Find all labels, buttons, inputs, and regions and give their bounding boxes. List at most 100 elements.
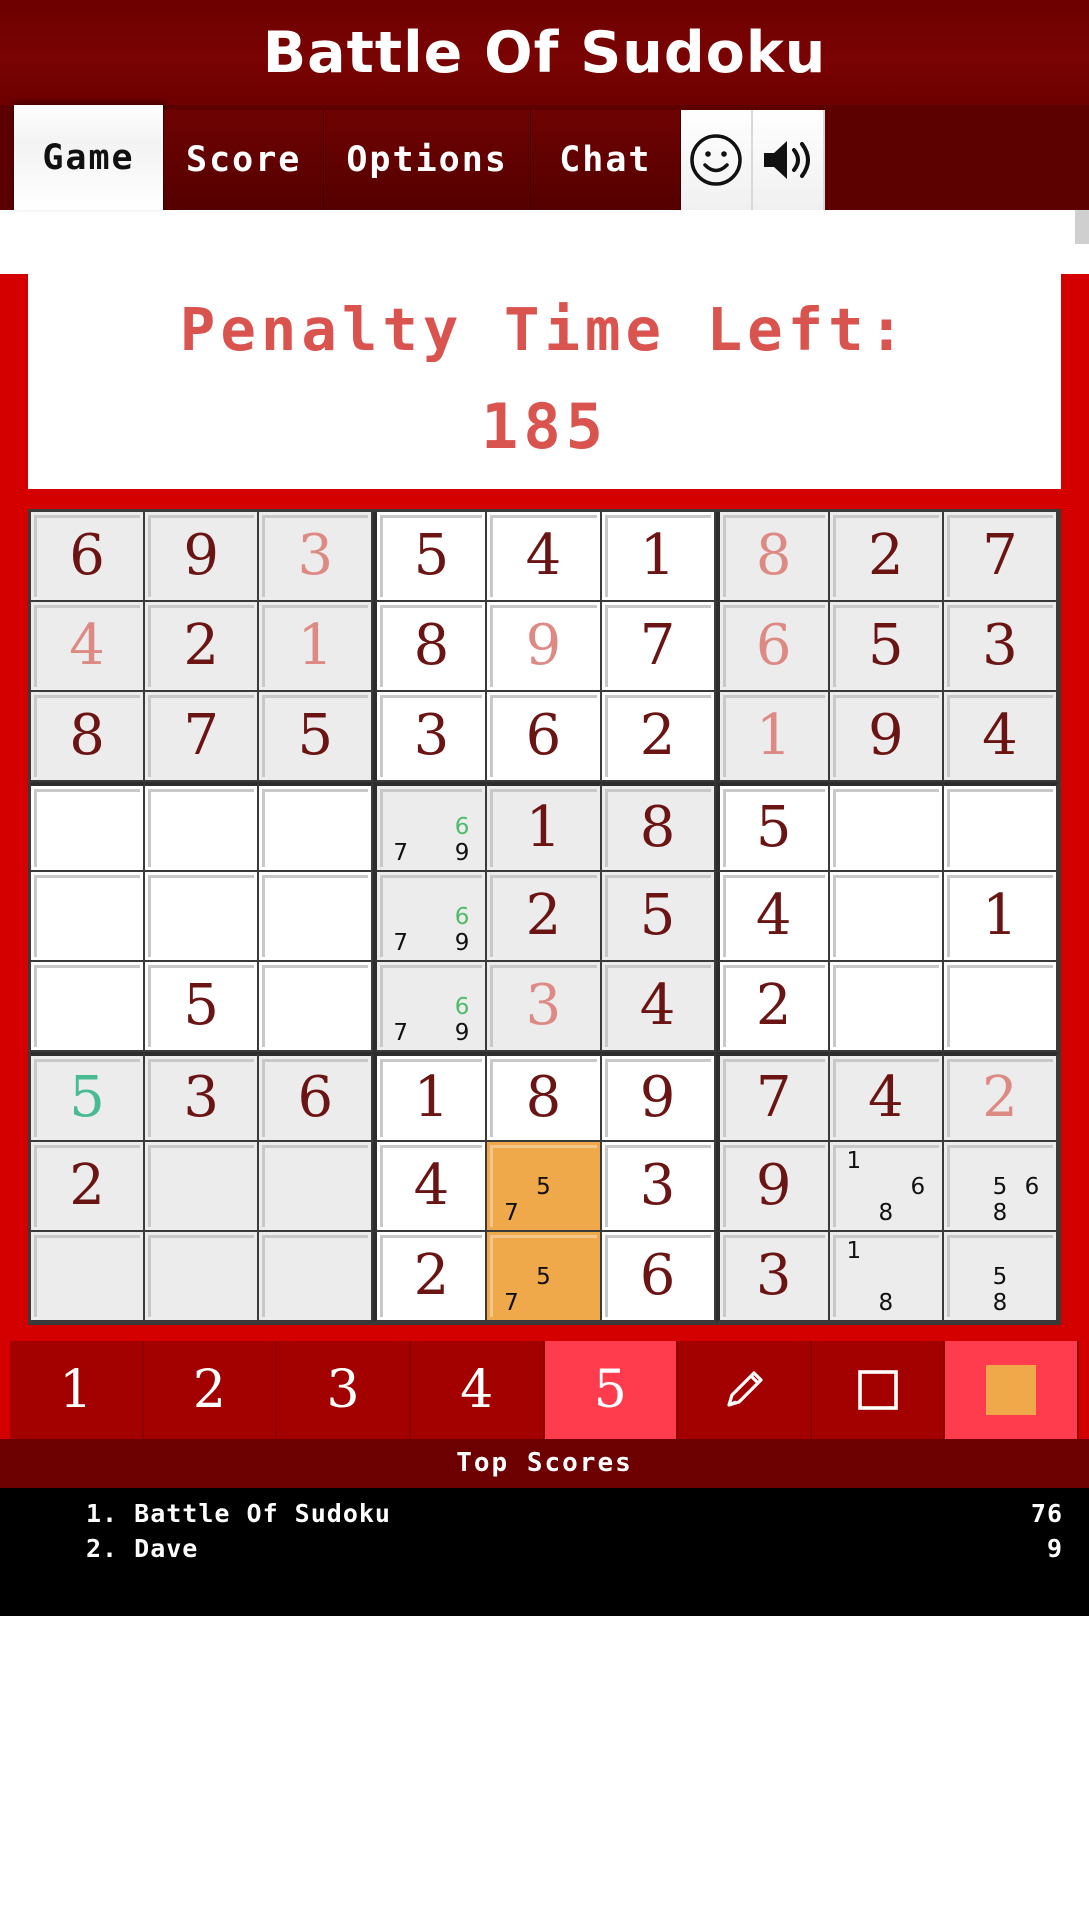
sudoku-cell-r6c2[interactable]: 5 (145, 961, 260, 1052)
sudoku-cell-r8c2[interactable] (145, 1141, 260, 1232)
sudoku-cell-r4c9[interactable] (943, 781, 1058, 872)
sudoku-cell-r7c6[interactable]: 9 (601, 1051, 716, 1142)
sudoku-cell-r7c8[interactable]: 4 (829, 1051, 944, 1142)
sudoku-cell-r2c1[interactable]: 4 (31, 601, 146, 692)
sudoku-cell-r9c1[interactable] (31, 1231, 146, 1322)
sudoku-cell-r1c7[interactable]: 8 (715, 511, 830, 602)
sudoku-cell-r3c3[interactable]: 5 (259, 691, 374, 782)
sudoku-cell-r7c5[interactable]: 8 (487, 1051, 602, 1142)
vertical-scrollbar[interactable] (1075, 210, 1089, 244)
sudoku-cell-r6c3[interactable] (259, 961, 374, 1052)
pencil-mode-button[interactable] (678, 1340, 812, 1439)
sudoku-cell-r9c3[interactable] (259, 1231, 374, 1322)
sudoku-cell-r2c9[interactable]: 3 (943, 601, 1058, 692)
sudoku-cell-r3c9[interactable]: 4 (943, 691, 1058, 782)
sudoku-cell-r5c8[interactable] (829, 871, 944, 962)
sudoku-cell-r8c8[interactable]: 1 68 (829, 1141, 944, 1232)
sudoku-cell-r8c9[interactable]: 568 (943, 1141, 1058, 1232)
smiley-icon-button[interactable] (680, 110, 753, 210)
clear-cell-button[interactable] (811, 1340, 946, 1439)
sudoku-cell-r1c1[interactable]: 6 (31, 511, 146, 602)
sudoku-cell-r2c7[interactable]: 6 (715, 601, 830, 692)
numpad-button-3[interactable]: 3 (277, 1340, 411, 1439)
sudoku-cell-r6c9[interactable] (943, 961, 1058, 1052)
tab-game[interactable]: Game (14, 105, 164, 210)
numpad-button-2[interactable]: 2 (143, 1340, 278, 1439)
sudoku-cell-r7c9[interactable]: 2 (943, 1051, 1058, 1142)
sudoku-cell-r9c2[interactable] (145, 1231, 260, 1322)
sudoku-cell-r4c1[interactable] (31, 781, 146, 872)
sudoku-cell-r8c3[interactable] (259, 1141, 374, 1232)
sudoku-cell-r3c8[interactable]: 9 (829, 691, 944, 782)
sudoku-cell-r4c3[interactable] (259, 781, 374, 872)
sudoku-cell-r2c4[interactable]: 8 (373, 601, 488, 692)
sudoku-cell-r2c8[interactable]: 5 (829, 601, 944, 692)
sudoku-cell-r8c1[interactable]: 2 (31, 1141, 146, 1232)
sudoku-cell-r3c1[interactable]: 8 (31, 691, 146, 782)
sudoku-cell-r9c5[interactable]: 57 (487, 1231, 602, 1322)
sudoku-cell-r7c2[interactable]: 3 (145, 1051, 260, 1142)
sudoku-cell-r3c7[interactable]: 1 (715, 691, 830, 782)
sudoku-cell-r5c2[interactable] (145, 871, 260, 962)
sudoku-cell-r6c1[interactable] (31, 961, 146, 1052)
sudoku-cell-r7c3[interactable]: 6 (259, 1051, 374, 1142)
sudoku-cell-r3c4[interactable]: 3 (373, 691, 488, 782)
sudoku-cell-r7c7[interactable]: 7 (715, 1051, 830, 1142)
sudoku-cell-r9c8[interactable]: 18 (829, 1231, 944, 1322)
tab-options[interactable]: Options (324, 110, 531, 210)
numpad-button-5[interactable]: 5 (544, 1340, 679, 1439)
sudoku-cell-r2c6[interactable]: 7 (601, 601, 716, 692)
sudoku-cell-r4c7[interactable]: 5 (715, 781, 830, 872)
sudoku-cell-r2c2[interactable]: 2 (145, 601, 260, 692)
sudoku-cell-r8c4[interactable]: 4 (373, 1141, 488, 1232)
sudoku-cell-r3c2[interactable]: 7 (145, 691, 260, 782)
sudoku-cell-r8c6[interactable]: 3 (601, 1141, 716, 1232)
color-swatch-button[interactable] (945, 1340, 1079, 1439)
sudoku-cell-r6c6[interactable]: 4 (601, 961, 716, 1052)
sudoku-grid[interactable]: 6935418274218976538753621946791856792541… (28, 508, 1061, 1325)
sudoku-cell-r2c5[interactable]: 9 (487, 601, 602, 692)
sudoku-cell-r6c7[interactable]: 2 (715, 961, 830, 1052)
sudoku-cell-r5c3[interactable] (259, 871, 374, 962)
sound-icon-button[interactable] (752, 110, 825, 210)
sudoku-cell-r4c4[interactable]: 6 7 9 (373, 781, 488, 872)
cell-value: 2 (755, 972, 792, 1038)
sudoku-cell-r8c7[interactable]: 9 (715, 1141, 830, 1232)
sudoku-cell-r9c6[interactable]: 6 (601, 1231, 716, 1322)
sudoku-cell-r9c4[interactable]: 2 (373, 1231, 488, 1322)
sudoku-cell-r3c6[interactable]: 2 (601, 691, 716, 782)
sudoku-cell-r6c8[interactable] (829, 961, 944, 1052)
sudoku-cell-r8c5[interactable]: 57 (487, 1141, 602, 1232)
tab-chat[interactable]: Chat (530, 110, 681, 210)
sudoku-cell-r2c3[interactable]: 1 (259, 601, 374, 692)
sudoku-cell-r4c8[interactable] (829, 781, 944, 872)
sudoku-cell-r1c3[interactable]: 3 (259, 511, 374, 602)
sudoku-cell-r5c5[interactable]: 2 (487, 871, 602, 962)
sudoku-cell-r3c5[interactable]: 6 (487, 691, 602, 782)
sudoku-cell-r5c6[interactable]: 5 (601, 871, 716, 962)
tab-score[interactable]: Score (164, 110, 325, 210)
numpad-button-4[interactable]: 4 (410, 1340, 545, 1439)
sudoku-cell-r9c9[interactable]: 58 (943, 1231, 1058, 1322)
pencil-note-8: 8 (992, 1289, 1008, 1316)
sudoku-cell-r6c4[interactable]: 6 7 9 (373, 961, 488, 1052)
sudoku-cell-r4c5[interactable]: 1 (487, 781, 602, 872)
sudoku-cell-r1c2[interactable]: 9 (145, 511, 260, 602)
sudoku-cell-r6c5[interactable]: 3 (487, 961, 602, 1052)
sudoku-cell-r5c4[interactable]: 6 7 9 (373, 871, 488, 962)
sudoku-cell-r1c8[interactable]: 2 (829, 511, 944, 602)
cell-pencil-notes: 57 (495, 1148, 591, 1226)
sudoku-cell-r1c5[interactable]: 4 (487, 511, 602, 602)
sudoku-cell-r7c4[interactable]: 1 (373, 1051, 488, 1142)
sudoku-cell-r1c9[interactable]: 7 (943, 511, 1058, 602)
sudoku-cell-r1c6[interactable]: 1 (601, 511, 716, 602)
sudoku-cell-r9c7[interactable]: 3 (715, 1231, 830, 1322)
sudoku-cell-r1c4[interactable]: 5 (373, 511, 488, 602)
sudoku-cell-r4c2[interactable] (145, 781, 260, 872)
sudoku-cell-r4c6[interactable]: 8 (601, 781, 716, 872)
sudoku-cell-r5c1[interactable] (31, 871, 146, 962)
sudoku-cell-r5c9[interactable]: 1 (943, 871, 1058, 962)
sudoku-cell-r7c1[interactable]: 5 (31, 1051, 146, 1142)
numpad-button-1[interactable]: 1 (10, 1340, 144, 1439)
sudoku-cell-r5c7[interactable]: 4 (715, 871, 830, 962)
